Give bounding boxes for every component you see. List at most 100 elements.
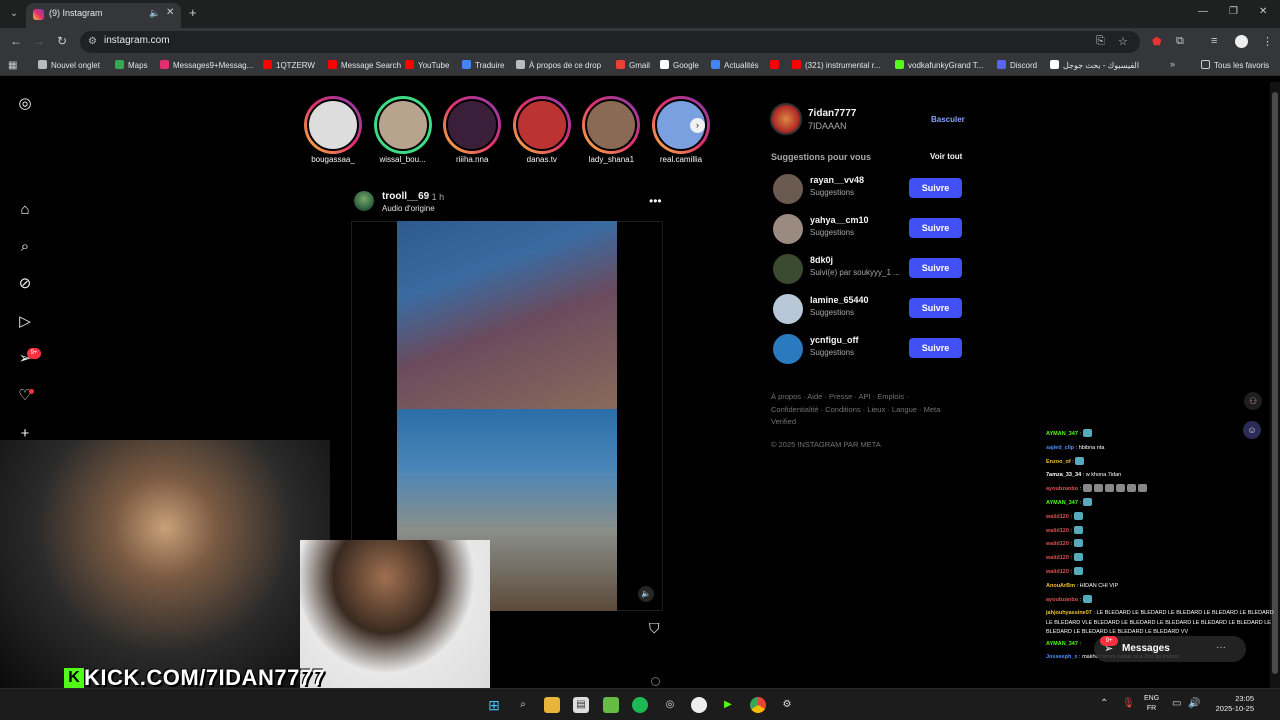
bookmark-item[interactable]: vodkafunkyGrand T... (895, 60, 983, 70)
bookmark-item[interactable]: 1QTZERW (263, 60, 315, 70)
restore-icon[interactable]: ❐ (1229, 6, 1238, 17)
back-icon[interactable]: ← (10, 34, 22, 48)
follow-button[interactable]: Suivre (909, 218, 962, 238)
messages-more-icon[interactable]: ··· (1216, 642, 1226, 653)
search-icon[interactable]: ⌕ (16, 238, 34, 256)
suggestion-username[interactable]: 8dk0j (810, 255, 833, 265)
volume-icon[interactable]: 🔈 (638, 586, 654, 602)
url-text[interactable]: instagram.com (104, 35, 170, 46)
site-info-icon[interactable]: ⚙ (88, 36, 97, 47)
current-user-username[interactable]: 7idan7777 (808, 108, 856, 119)
bookmark-item[interactable]: Google (660, 60, 699, 70)
reload-icon[interactable]: ↻ (57, 34, 67, 48)
new-tab-button[interactable]: + (189, 5, 197, 20)
media-controls-icon[interactable]: ≡ (1211, 35, 1217, 47)
explore-icon[interactable]: ⊘ (16, 275, 34, 293)
bookmark-item[interactable]: Discord (997, 60, 1037, 70)
browser-menu-icon[interactable]: ⋮ (1262, 35, 1273, 48)
video-top-panel[interactable] (397, 221, 617, 409)
follow-button[interactable]: Suivre (909, 338, 962, 358)
bookmark-label: YouTube (418, 61, 450, 70)
obs-icon[interactable]: ◎ (662, 697, 678, 713)
bookmark-item[interactable]: À propos de ce drop (516, 60, 601, 70)
see-all-link[interactable]: Voir tout (930, 152, 962, 161)
suggestion-avatar[interactable] (773, 174, 803, 204)
volume-tray-icon[interactable]: 🔊 (1188, 698, 1200, 709)
bookmark-item[interactable]: Actualités (711, 60, 759, 70)
bookmark-item[interactable] (770, 60, 783, 70)
suggestion-avatar[interactable] (773, 214, 803, 244)
store-icon[interactable]: ▤ (573, 697, 589, 713)
bookmark-star-icon[interactable]: ☆ (1118, 35, 1128, 48)
network-icon[interactable]: ▭ (1172, 698, 1181, 709)
microphone-icon[interactable]: 🎙 (1122, 698, 1135, 709)
install-app-icon[interactable]: ⎘ (1096, 35, 1105, 48)
more-bookmarks-icon[interactable]: » (1170, 59, 1175, 69)
windows-start-icon[interactable]: ⊞ (486, 697, 502, 713)
file-explorer-icon[interactable] (544, 697, 560, 713)
browser-tab[interactable]: (9) Instagram 🔈 ✕ (26, 3, 181, 28)
minecraft-icon[interactable] (603, 697, 619, 713)
tab-search-icon[interactable]: ⌄ (6, 6, 22, 22)
bookmark-item[interactable]: Maps (115, 60, 148, 70)
post-author-avatar[interactable] (354, 191, 374, 211)
extensions-puzzle-icon[interactable]: ⧉ (1176, 35, 1184, 48)
story-item[interactable]: riiiha.nna (442, 96, 502, 166)
minimize-icon[interactable]: — (1198, 6, 1208, 17)
clock[interactable]: 23:05 2025-10-25 (1208, 694, 1254, 714)
bookmark-item[interactable]: Traduire (462, 60, 505, 70)
forward-icon[interactable]: → (33, 34, 45, 48)
save-bookmark-icon[interactable]: ⛉ (649, 620, 660, 637)
bookmark-item[interactable]: Messages9+Messag... (160, 60, 253, 70)
spotify-icon[interactable] (632, 697, 648, 713)
bookmark-item[interactable]: (321) instrumental r... (792, 60, 881, 70)
all-bookmarks[interactable]: Tous les favoris (1201, 60, 1269, 70)
suggestion-avatar[interactable] (773, 294, 803, 324)
app-icon[interactable] (691, 697, 707, 713)
input-language[interactable]: ENG FR (1144, 694, 1159, 714)
settings-gear-icon[interactable]: ⚙ (779, 697, 795, 713)
reels-icon[interactable]: ▷ (16, 313, 34, 331)
messages-pill[interactable]: ➢ 9+ Messages ··· (1094, 636, 1246, 662)
suggestion-avatar[interactable] (773, 254, 803, 284)
tab-close-icon[interactable]: ✕ (166, 7, 174, 18)
switch-account-button[interactable]: Basculer (931, 115, 965, 124)
follow-button[interactable]: Suivre (909, 178, 962, 198)
taskbar-search-icon[interactable]: ⌕ (515, 697, 531, 713)
footer-links[interactable]: À propos · Aide · Presse · API · Emplois… (771, 391, 941, 429)
window-close-icon[interactable]: ✕ (1259, 6, 1267, 17)
tray-chevron-icon[interactable]: ⌃ (1100, 698, 1108, 709)
follow-button[interactable]: Suivre (909, 298, 962, 318)
story-item[interactable]: lady_shana1 (581, 96, 641, 166)
bookmark-item[interactable]: Gmail (616, 60, 650, 70)
follow-button[interactable]: Suivre (909, 258, 962, 278)
stories-next-icon[interactable]: › (690, 118, 705, 133)
extension-shield-icon[interactable]: ⬟ (1152, 35, 1162, 48)
bookmark-item[interactable]: YouTube (405, 60, 449, 70)
post-author-username[interactable]: trooll__69 (382, 191, 429, 202)
story-item[interactable]: bougassaa_ (303, 96, 363, 166)
suggestion-subtitle: Suggestions (810, 188, 855, 197)
profile-avatar[interactable] (1235, 35, 1248, 48)
post-audio-link[interactable]: Audio d'origine (382, 204, 435, 213)
tab-audio-icon[interactable]: 🔈 (149, 8, 160, 19)
chrome-icon[interactable] (750, 697, 766, 713)
floating-widget-icon[interactable]: ⚇ (1244, 392, 1262, 410)
suggestion-username[interactable]: rayan__vv48 (810, 175, 864, 185)
instagram-logo-icon[interactable]: ◎ (16, 95, 34, 113)
suggestion-username[interactable]: lamine_65440 (810, 295, 869, 305)
bookmark-item[interactable]: الفيسبوك - بحث جوجل (1050, 60, 1139, 70)
story-item[interactable]: danas.tv (512, 96, 572, 166)
kick-app-icon[interactable]: ▶ (720, 697, 736, 713)
suggestion-avatar[interactable] (773, 334, 803, 364)
suggestion-username[interactable]: yahya__cm10 (810, 215, 869, 225)
home-icon[interactable]: ⌂ (16, 201, 34, 219)
address-bar[interactable]: ⚙ instagram.com ⎘ ☆ (80, 31, 1140, 53)
story-item[interactable]: wissal_bou... (373, 96, 433, 166)
more-options-icon[interactable]: ••• (649, 194, 662, 208)
current-user-avatar[interactable] (770, 103, 802, 135)
bookmark-item[interactable]: Message Search (328, 60, 401, 70)
apps-grid-icon[interactable]: ▦ (8, 60, 17, 71)
bookmark-item[interactable]: Nouvel onglet (38, 60, 100, 70)
suggestion-username[interactable]: ycnfigu_off (810, 335, 859, 345)
